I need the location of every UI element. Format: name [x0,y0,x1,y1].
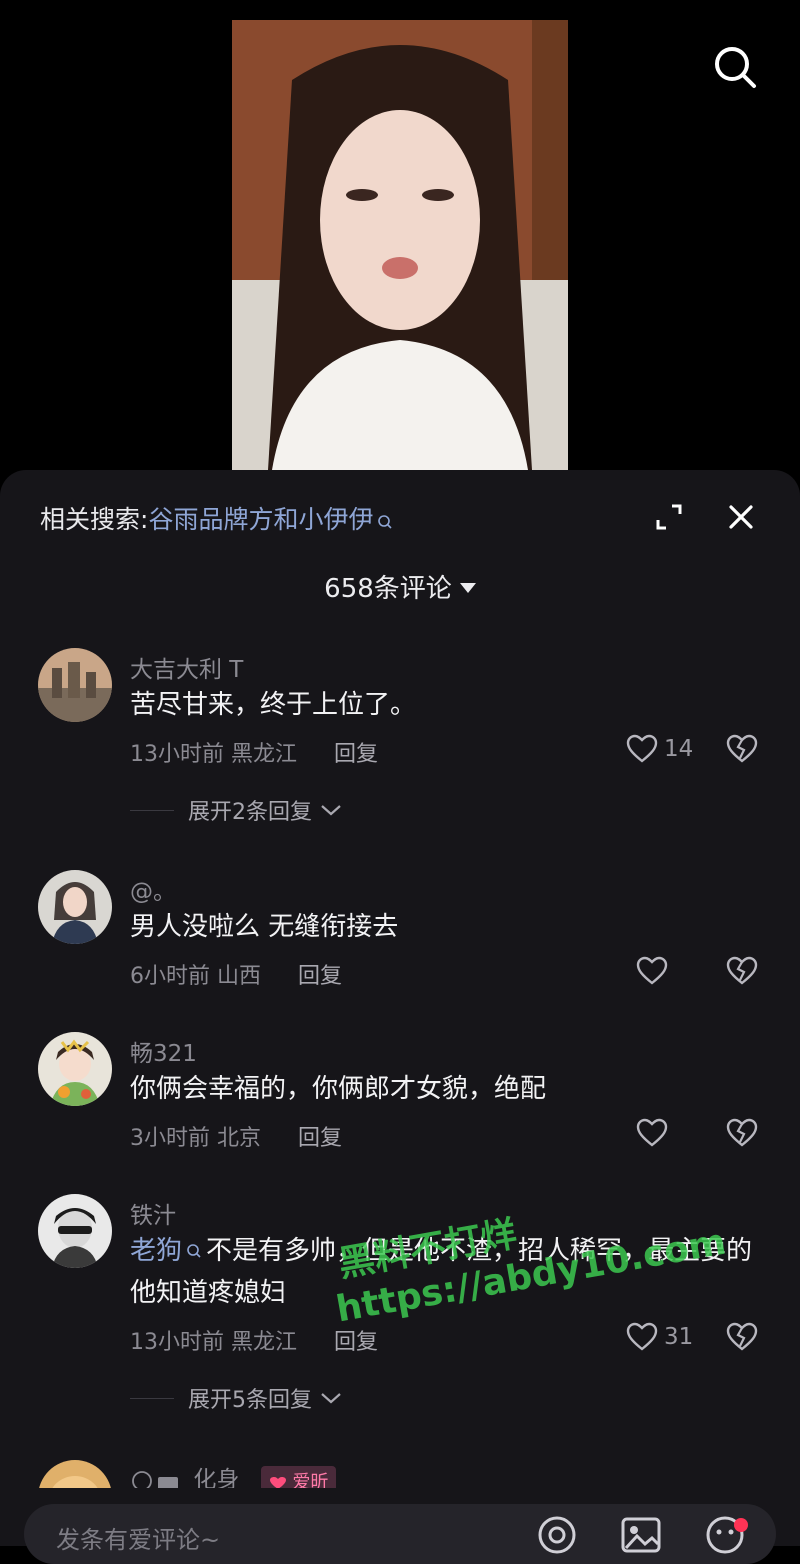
avatar[interactable] [38,1032,112,1106]
reply-button[interactable]: 回复 [334,1330,378,1355]
like-button[interactable] [636,1118,668,1148]
broken-heart-icon [726,1322,758,1351]
comment-time: 13小时前 [130,742,224,767]
at-icon [538,1516,576,1554]
like-count: 31 [664,1324,694,1350]
small-search-icon [187,1244,201,1258]
heart-icon [636,1118,668,1147]
notification-dot [734,1518,748,1532]
related-search-label: 相关搜索: [40,505,149,534]
comment-text: 老狗 不是有多帅，但是他不渣，招人稀罕，最主要的他知道疼媳妇 [130,1230,770,1314]
expand-replies-button[interactable]: 展开2条回复 [130,794,342,826]
dislike-button[interactable] [726,956,758,986]
video-area[interactable] [0,0,800,480]
comment-input-placeholder: 发条有爱评论~ [56,1526,221,1554]
comment-location: 北京 [217,1126,262,1151]
reply-button[interactable]: 回复 [334,742,378,767]
chevron-down-icon [321,1393,341,1404]
dislike-button[interactable] [726,1322,758,1352]
chevron-down-icon [321,805,341,816]
heart-icon [626,734,658,763]
dropdown-triangle-icon [459,582,476,593]
image-button[interactable] [620,1514,662,1556]
expand-replies-label: 展开5条回复 [188,1388,312,1413]
comment-time: 6小时前 [130,964,210,989]
heart-icon [636,956,668,985]
comment-count-sort[interactable]: 658条评论 [0,568,800,605]
expand-replies-button[interactable]: 展开5条回复 [130,1382,342,1414]
comment-time: 13小时前 [130,1330,224,1355]
like-button[interactable] [636,956,668,986]
comment-location: 黑龙江 [231,742,298,767]
avatar[interactable] [38,1194,112,1268]
avatar[interactable] [38,870,112,944]
comment-time: 3小时前 [130,1126,210,1151]
comment-input-bar: 发条有爱评论~ [0,1488,800,1564]
expand-icon [656,504,682,530]
broken-heart-icon [726,734,758,763]
comment-meta: 13小时前 黑龙江 回复 [130,1324,378,1356]
comment-text: 苦尽甘来，终于上位了。 [130,690,417,720]
comment-input[interactable]: 发条有爱评论~ [24,1504,776,1564]
comment-meta: 3小时前 北京 回复 [130,1120,342,1152]
comment-location: 黑龙江 [231,1330,298,1355]
heart-icon [626,1322,658,1351]
reply-button[interactable]: 回复 [298,1126,342,1151]
comment-author[interactable]: 畅321 [130,1034,197,1068]
comment-body: 不是有多帅，但是他不渣，招人稀罕，最主要的他知道疼媳妇 [130,1236,753,1308]
search-button[interactable] [712,44,758,90]
dislike-button[interactable] [726,1118,758,1148]
broken-heart-icon [726,1118,758,1147]
comment-sheet: 相关搜索:谷雨品牌方和小伊伊 658条评论 大吉大利 T 苦尽甘来，终于上位了。… [0,470,800,1546]
small-search-icon [377,507,393,536]
comment-author[interactable]: 大吉大利 T [130,650,243,684]
close-button[interactable] [726,502,756,532]
reply-button[interactable]: 回复 [298,964,342,989]
comment-author[interactable]: @。 [130,872,176,906]
comment-text: 你俩会幸福的，你俩郎才女貌，绝配 [130,1074,547,1104]
expand-replies-label: 展开2条回复 [188,800,312,825]
mention-link[interactable]: 老狗 [130,1236,182,1266]
image-icon [621,1517,661,1553]
expand-sheet-button[interactable] [654,502,684,532]
dislike-button[interactable] [726,734,758,764]
video-preview [232,20,568,470]
divider [130,1397,174,1399]
comment-meta: 13小时前 黑龙江 回复 [130,736,378,768]
comment-author[interactable]: 铁汁 [130,1196,176,1230]
divider [130,809,174,811]
like-button[interactable]: 31 [626,1322,693,1352]
comment-count: 658条评论 [324,574,452,604]
like-count: 14 [664,736,694,762]
mention-button[interactable] [536,1514,578,1556]
broken-heart-icon [726,956,758,985]
like-button[interactable]: 14 [626,734,693,764]
video-frame[interactable] [232,20,568,470]
close-icon [729,505,753,529]
comment-location: 山西 [217,964,262,989]
search-icon [715,47,756,88]
related-search-term[interactable]: 谷雨品牌方和小伊伊 [148,505,373,534]
related-search[interactable]: 相关搜索:谷雨品牌方和小伊伊 [40,500,393,536]
comment-text: 男人没啦么 无缝衔接去 [130,912,399,942]
avatar[interactable] [38,648,112,722]
comment-meta: 6小时前 山西 回复 [130,958,342,990]
